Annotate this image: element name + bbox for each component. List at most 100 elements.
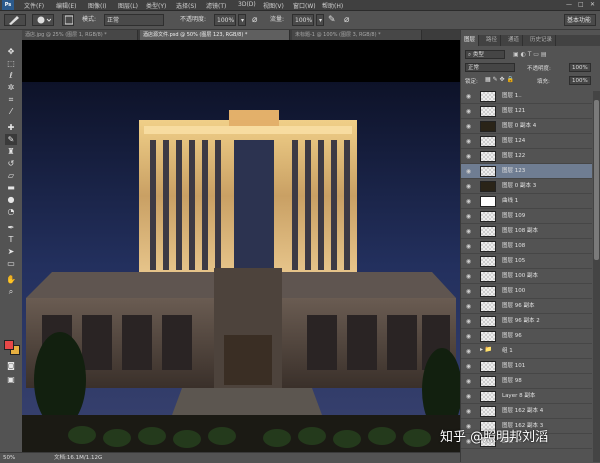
filter-icons[interactable]: ▣ ◐ T ▭ ▤ bbox=[513, 51, 547, 58]
visibility-eye-icon[interactable]: ◉ bbox=[464, 242, 473, 251]
layer-row[interactable]: ◉ 图层 108 bbox=[461, 239, 592, 254]
layer-row[interactable]: ◉ 图层 0 副本 4 bbox=[461, 119, 592, 134]
move-icon[interactable]: ✥ bbox=[5, 46, 17, 57]
menu-filter[interactable]: 滤镜(T) bbox=[206, 1, 226, 10]
blur-icon[interactable]: ● bbox=[5, 194, 17, 205]
tab-hotel-jpg[interactable]: 酒店.jpg @ 25% (图层 1, RGB/8) * bbox=[22, 30, 138, 40]
tab-paths[interactable]: 路径 bbox=[483, 35, 502, 46]
maximize-button[interactable]: □ bbox=[578, 1, 584, 8]
layer-row[interactable]: ◉ 图层 1.. bbox=[461, 91, 592, 104]
crop-icon[interactable]: ⌗ bbox=[5, 94, 17, 105]
screen-mode-icon[interactable]: ▣ bbox=[5, 374, 17, 385]
visibility-eye-icon[interactable]: ◉ bbox=[464, 272, 473, 281]
flow-dropdown[interactable]: ▾ bbox=[316, 14, 324, 26]
quick-mask-icon[interactable]: ◙ bbox=[5, 360, 17, 371]
workspace-switcher[interactable]: 基本功能 bbox=[564, 14, 596, 26]
visibility-eye-icon[interactable]: ◉ bbox=[464, 197, 473, 206]
lasso-icon[interactable]: ℓ bbox=[5, 70, 17, 81]
document-canvas[interactable] bbox=[22, 40, 460, 452]
gradient-icon[interactable]: ▬ bbox=[5, 182, 17, 193]
layer-row[interactable]: ◉ 图层 100 副本 bbox=[461, 269, 592, 284]
layer-row[interactable]: ◉ 图层 98 bbox=[461, 374, 592, 389]
brush-size-picker[interactable] bbox=[32, 14, 54, 26]
tab-untitled[interactable]: 未标题-1 @ 100% (图层 3, RGB/8) * bbox=[292, 30, 422, 40]
layer-row[interactable]: ◉ 图层 162 副本 4 bbox=[461, 404, 592, 419]
marquee-icon[interactable]: ⬚ bbox=[5, 58, 17, 69]
brush-icon[interactable]: ✎ bbox=[5, 134, 17, 145]
shape-icon[interactable]: ▭ bbox=[5, 258, 17, 269]
visibility-eye-icon[interactable]: ◉ bbox=[464, 257, 473, 266]
pressure-opacity-icon[interactable]: ⌀ bbox=[252, 14, 257, 26]
opacity-dropdown[interactable]: ▾ bbox=[238, 14, 246, 26]
menu-window[interactable]: 窗口(W) bbox=[293, 1, 316, 10]
mode-select[interactable]: 正常 bbox=[104, 14, 164, 26]
scrollbar-thumb[interactable] bbox=[594, 100, 599, 260]
layer-row[interactable]: ◉ 图层 100 bbox=[461, 284, 592, 299]
visibility-eye-icon[interactable]: ◉ bbox=[464, 347, 473, 356]
layer-row[interactable]: ◉ 图层 123 bbox=[461, 164, 592, 179]
visibility-eye-icon[interactable]: ◉ bbox=[464, 332, 473, 341]
visibility-eye-icon[interactable]: ◉ bbox=[464, 377, 473, 386]
menu-3d[interactable]: 3D(D) bbox=[238, 1, 256, 8]
eraser-icon[interactable]: ▱ bbox=[5, 170, 17, 181]
layer-row[interactable]: ◉ 曲线 1 bbox=[461, 194, 592, 209]
close-button[interactable]: ✕ bbox=[590, 1, 595, 8]
menu-image[interactable]: 图像(I) bbox=[88, 1, 106, 10]
tab-history[interactable]: 历史记录 bbox=[527, 35, 557, 46]
menu-view[interactable]: 视图(V) bbox=[263, 1, 284, 10]
visibility-eye-icon[interactable]: ◉ bbox=[464, 152, 473, 161]
menu-layer[interactable]: 图层(L) bbox=[118, 1, 138, 10]
menu-type[interactable]: 类型(Y) bbox=[146, 1, 166, 10]
foreground-color-swatch[interactable] bbox=[4, 340, 14, 350]
tool-preset-picker[interactable] bbox=[4, 14, 26, 26]
layer-row[interactable]: ◉ 图层 96 bbox=[461, 329, 592, 344]
layer-row[interactable]: ◉ Layer 8 副本 bbox=[461, 389, 592, 404]
dodge-icon[interactable]: ◔ bbox=[5, 206, 17, 217]
blend-mode-select[interactable]: 正常 bbox=[465, 63, 515, 72]
menu-file[interactable]: 文件(F) bbox=[24, 1, 44, 10]
history-brush-icon[interactable]: ↺ bbox=[5, 158, 17, 169]
visibility-eye-icon[interactable]: ◉ bbox=[464, 107, 473, 116]
type-icon[interactable]: T bbox=[5, 234, 17, 245]
visibility-eye-icon[interactable]: ◉ bbox=[464, 287, 473, 296]
flow-input[interactable]: 100% bbox=[292, 14, 314, 26]
visibility-eye-icon[interactable]: ◉ bbox=[464, 227, 473, 236]
visibility-eye-icon[interactable]: ◉ bbox=[464, 167, 473, 176]
fill-input[interactable]: 100% bbox=[569, 76, 591, 85]
layer-row[interactable]: ◉ 图层 96 副本 2 bbox=[461, 314, 592, 329]
layer-row[interactable]: ◉ 图层 124 bbox=[461, 134, 592, 149]
layer-row[interactable]: ◉ 图层 108 副本 bbox=[461, 224, 592, 239]
menu-edit[interactable]: 编辑(E) bbox=[56, 1, 76, 10]
layer-row[interactable]: ◉ 图层 122 bbox=[461, 149, 592, 164]
menu-help[interactable]: 帮助(H) bbox=[322, 1, 343, 10]
layer-row[interactable]: ◉ ▸ 📁 组 1 bbox=[461, 344, 592, 359]
visibility-eye-icon[interactable]: ◉ bbox=[464, 317, 473, 326]
minimize-button[interactable]: — bbox=[566, 1, 572, 8]
layer-row[interactable]: ◉ 图层 96 副本 bbox=[461, 299, 592, 314]
visibility-eye-icon[interactable]: ◉ bbox=[464, 137, 473, 146]
eyedropper-icon[interactable]: ⁄ bbox=[5, 106, 17, 117]
tab-layers[interactable]: 图层 bbox=[461, 35, 480, 46]
quick-select-icon[interactable]: ✲ bbox=[5, 82, 17, 93]
visibility-eye-icon[interactable]: ◉ bbox=[464, 302, 473, 311]
visibility-eye-icon[interactable]: ◉ bbox=[464, 182, 473, 191]
visibility-eye-icon[interactable]: ◉ bbox=[464, 122, 473, 131]
zoom-icon[interactable]: ⌕ bbox=[5, 286, 17, 297]
stamp-icon[interactable]: ♜ bbox=[5, 146, 17, 157]
layer-row[interactable]: ◉ 图层 105 bbox=[461, 254, 592, 269]
tab-hotel-psd[interactable]: 酒店源文件.psd @ 50% (图层 123, RGB/8) * bbox=[140, 30, 290, 40]
layer-row[interactable]: ◉ 图层 121 bbox=[461, 104, 592, 119]
pen-icon[interactable]: ✒ bbox=[5, 222, 17, 233]
layer-opacity-input[interactable]: 100% bbox=[569, 63, 591, 72]
layer-row[interactable]: ◉ 图层 109 bbox=[461, 209, 592, 224]
layer-row[interactable]: ◉ 图层 0 副本 3 bbox=[461, 179, 592, 194]
visibility-eye-icon[interactable]: ◉ bbox=[464, 212, 473, 221]
layer-kind-filter[interactable]: ⌕ 类型 bbox=[465, 50, 505, 59]
airbrush-icon[interactable]: ✎ bbox=[328, 14, 336, 26]
visibility-eye-icon[interactable]: ◉ bbox=[464, 92, 473, 101]
healing-icon[interactable]: ✚ bbox=[5, 122, 17, 133]
hand-icon[interactable]: ✋ bbox=[5, 274, 17, 285]
lock-icons[interactable]: ▦ ✎ ✥ 🔒 bbox=[485, 76, 514, 83]
visibility-eye-icon[interactable]: ◉ bbox=[464, 362, 473, 371]
tab-channels[interactable]: 通道 bbox=[505, 35, 524, 46]
